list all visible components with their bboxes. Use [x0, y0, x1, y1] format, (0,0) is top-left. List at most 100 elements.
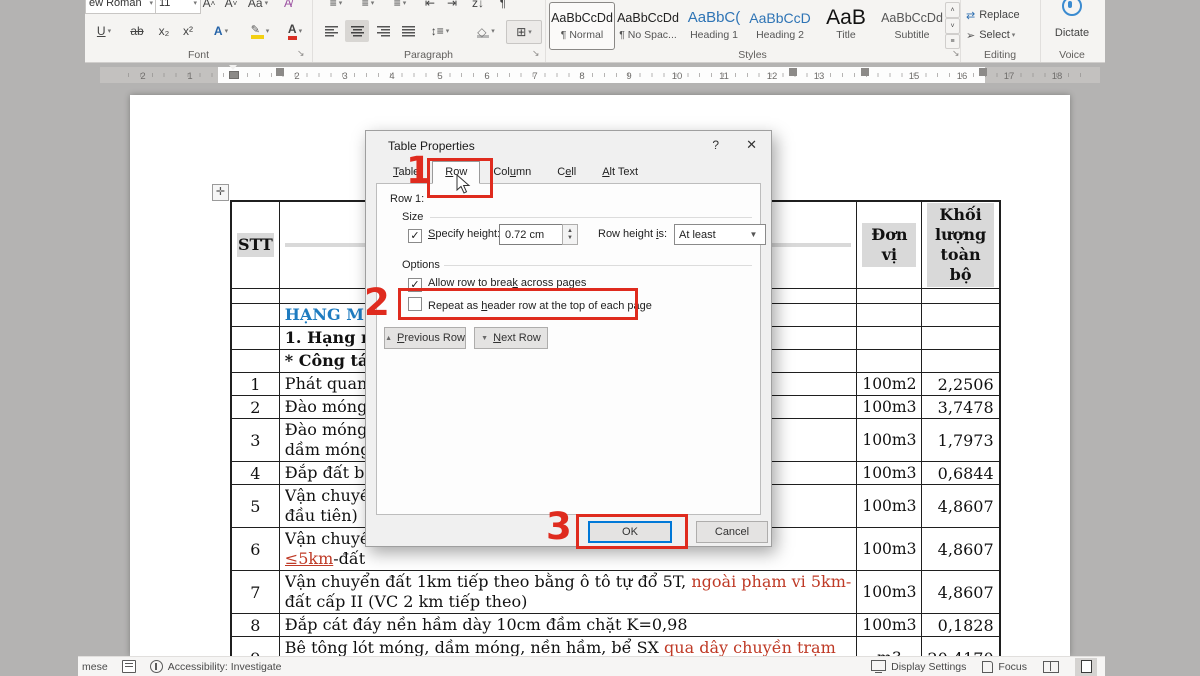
cell-quantity[interactable]: 4,8607: [922, 571, 1000, 614]
cell-stt[interactable]: 8: [231, 614, 279, 637]
bullets-icon[interactable]: ≡▾: [322, 0, 350, 14]
horizontal-ruler[interactable]: 21234567891011121315161718: [85, 64, 1105, 84]
styles-scroll-down-icon[interactable]: ˅: [945, 18, 960, 34]
cell-unit[interactable]: [857, 350, 922, 373]
cell-unit[interactable]: 100m3: [857, 485, 922, 528]
cell-description[interactable]: Bê tông lót móng, dầm móng, nền hầm, bể …: [279, 637, 857, 657]
cell-quantity[interactable]: 2,2506: [922, 373, 1000, 396]
header-cell[interactable]: Khối lượng toàn bộ: [922, 201, 1000, 289]
cell-unit[interactable]: 100m3: [857, 396, 922, 419]
row-height-is-dropdown[interactable]: At least▼: [674, 224, 766, 245]
align-right-icon[interactable]: [372, 20, 394, 42]
style-card--no-spac-[interactable]: AaBbCcDd¶ No Spac...: [615, 2, 681, 50]
paragraph-dialog-launcher-icon[interactable]: ↘: [532, 48, 540, 59]
read-mode-button[interactable]: [1043, 661, 1059, 673]
cell-stt[interactable]: 5: [231, 485, 279, 528]
language-status[interactable]: mese: [82, 661, 108, 673]
cell-quantity[interactable]: [922, 350, 1000, 373]
tab-cell[interactable]: Cell: [544, 161, 589, 184]
header-cell[interactable]: Đơn vị: [857, 201, 922, 289]
style-card-subtitle[interactable]: AaBbCcDdSubtitle: [879, 2, 945, 50]
align-center-icon[interactable]: [345, 20, 369, 42]
style-card--normal[interactable]: AaBbCcDd¶ Normal: [549, 2, 615, 50]
cell-unit[interactable]: 100m3: [857, 462, 922, 485]
style-card-title[interactable]: AaBTitle: [813, 2, 879, 50]
table-row[interactable]: 8Đắp cát đáy nền hầm dày 10cm đầm chặt K…: [231, 614, 1000, 637]
show-hide-pilcrow-icon[interactable]: ¶: [494, 0, 512, 14]
print-layout-button[interactable]: [1075, 658, 1097, 676]
cell-quantity[interactable]: 20,4170: [922, 637, 1000, 657]
increase-indent-icon[interactable]: ⇥: [442, 0, 462, 14]
cell-quantity[interactable]: 1,7973: [922, 419, 1000, 462]
cell-stt[interactable]: 3: [231, 419, 279, 462]
display-settings-button[interactable]: Display Settings: [871, 661, 966, 673]
cell-unit[interactable]: 100m2: [857, 373, 922, 396]
shrink-font-icon[interactable]: A˅: [221, 0, 241, 14]
empty-cell[interactable]: [857, 289, 922, 304]
cell-description[interactable]: Vận chuyển đất 1km tiếp theo bằng ô tô t…: [279, 571, 857, 614]
proofing-status[interactable]: [122, 660, 136, 673]
table-column-marker[interactable]: [861, 68, 869, 76]
styles-scroll-up-icon[interactable]: ˄: [945, 2, 960, 18]
previous-row-button[interactable]: ▲Previous Row: [384, 327, 466, 349]
style-card-heading-1[interactable]: AaBbC(Heading 1: [681, 2, 747, 50]
cell-quantity[interactable]: 3,7478: [922, 396, 1000, 419]
cell-quantity[interactable]: 0,6844: [922, 462, 1000, 485]
justify-icon[interactable]: [397, 20, 419, 42]
empty-cell[interactable]: [922, 289, 1000, 304]
cell-quantity[interactable]: [922, 304, 1000, 327]
cell-unit[interactable]: [857, 327, 922, 350]
cell-stt[interactable]: 9: [231, 637, 279, 657]
height-spinner[interactable]: ▲▼: [562, 224, 578, 245]
sort-icon[interactable]: z↓: [466, 0, 490, 14]
close-icon[interactable]: ✕: [746, 137, 757, 153]
cell-description[interactable]: Đắp cát đáy nền hầm dày 10cm đầm chặt K=…: [279, 614, 857, 637]
cell-quantity[interactable]: 4,8607: [922, 485, 1000, 528]
cell-unit[interactable]: m3: [857, 637, 922, 657]
style-card-heading-2[interactable]: AaBbCcDHeading 2: [747, 2, 813, 50]
cell-unit[interactable]: [857, 304, 922, 327]
cell-unit[interactable]: 100m3: [857, 419, 922, 462]
superscript-icon[interactable]: x²: [177, 20, 199, 42]
cell-stt[interactable]: 7: [231, 571, 279, 614]
cell-unit[interactable]: 100m3: [857, 528, 922, 571]
cell-quantity[interactable]: [922, 327, 1000, 350]
font-color-icon[interactable]: A▾: [281, 20, 309, 42]
cell-stt[interactable]: [231, 350, 279, 373]
clear-formatting-icon[interactable]: A̸: [277, 0, 299, 14]
font-size-combo[interactable]: 11▾: [155, 0, 201, 14]
cell-stt[interactable]: 1: [231, 373, 279, 396]
table-column-marker[interactable]: [276, 68, 284, 76]
text-effects-icon[interactable]: A▾: [205, 20, 237, 42]
table-move-handle[interactable]: ✛: [212, 184, 229, 201]
next-row-button[interactable]: ▼Next Row: [474, 327, 548, 349]
dictate-button[interactable]: Dictate: [1040, 22, 1104, 44]
accessibility-status[interactable]: Accessibility: Investigate: [150, 660, 282, 673]
highlight-color-icon[interactable]: ✎▾: [243, 20, 277, 42]
grow-font-icon[interactable]: A˄: [199, 0, 219, 14]
indent-marker[interactable]: [229, 65, 238, 78]
styles-more-icon[interactable]: ≡: [945, 34, 960, 49]
header-cell[interactable]: STT: [231, 201, 279, 289]
cancel-button[interactable]: Cancel: [696, 521, 768, 543]
cell-stt[interactable]: [231, 327, 279, 350]
change-case-icon[interactable]: Aa▾: [243, 0, 273, 14]
styles-dialog-launcher-icon[interactable]: ↘: [952, 48, 960, 59]
line-spacing-icon[interactable]: ↕≡▾: [425, 20, 455, 42]
cell-quantity[interactable]: 4,8607: [922, 528, 1000, 571]
cell-unit[interactable]: 100m3: [857, 571, 922, 614]
font-name-combo[interactable]: ew Roman▾: [85, 0, 157, 14]
select-button[interactable]: ➢Select▾: [966, 24, 1036, 46]
shading-icon[interactable]: ◇▾: [470, 20, 502, 42]
borders-icon[interactable]: ⊞▾: [506, 20, 542, 44]
dictate-mic-icon[interactable]: [1062, 0, 1082, 16]
strikethrough-icon[interactable]: ab: [125, 20, 149, 42]
align-left-icon[interactable]: [320, 20, 342, 42]
multilevel-list-icon[interactable]: ≡▾: [386, 0, 414, 14]
cell-stt[interactable]: 6: [231, 528, 279, 571]
tab-alt-text[interactable]: Alt Text: [589, 161, 651, 184]
specify-height-checkbox[interactable]: Specify height:: [408, 228, 500, 243]
numbering-icon[interactable]: ≡▾: [354, 0, 382, 14]
empty-cell[interactable]: [231, 289, 279, 304]
cell-quantity[interactable]: 0,1828: [922, 614, 1000, 637]
